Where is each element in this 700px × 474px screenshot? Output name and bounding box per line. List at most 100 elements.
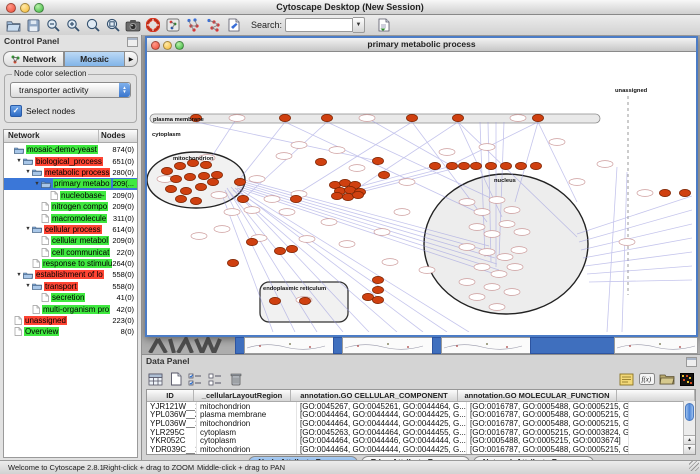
tree-col-nodes[interactable]: Nodes	[99, 130, 137, 142]
expand-triangle-icon[interactable]: ▼	[33, 181, 41, 187]
close-icon[interactable]	[6, 3, 16, 13]
function-builder-icon[interactable]: f(x)	[638, 371, 655, 387]
network-node-empty[interactable]	[382, 259, 398, 266]
tree-row-cellular-metabol[interactable]: cellular metabol209(0)	[4, 235, 137, 246]
network-node-empty[interactable]	[484, 284, 500, 291]
network-node-empty[interactable]	[549, 139, 565, 146]
annotation-doc-icon[interactable]	[224, 17, 242, 34]
network-node[interactable]	[170, 175, 181, 182]
network-node[interactable]	[198, 172, 209, 179]
network-node-empty[interactable]	[514, 229, 530, 236]
attribute-matrix-icon[interactable]	[678, 371, 695, 387]
network-node[interactable]	[446, 162, 457, 169]
network-node-empty[interactable]	[469, 224, 485, 231]
network-view-window[interactable]: primary metabolic process plasma membran…	[145, 36, 698, 337]
select-attributes-icon[interactable]	[187, 371, 204, 387]
tree-row-mosaic-demo-yeast[interactable]: mosaic-demo-yeast874(0)	[4, 144, 137, 155]
network-node-empty[interactable]	[321, 219, 337, 226]
background-window-sliver[interactable]	[244, 337, 335, 354]
window-titlebar[interactable]: Cytoscape Desktop (New Session)	[0, 0, 700, 15]
network-node[interactable]	[321, 114, 332, 121]
network-node[interactable]	[470, 162, 481, 169]
network-node[interactable]	[184, 173, 195, 180]
attribute-panel-icon[interactable]	[618, 371, 635, 387]
unselect-attributes-icon[interactable]	[207, 371, 224, 387]
network-node[interactable]	[429, 162, 440, 169]
network-node[interactable]	[331, 192, 342, 199]
tree-row-secretion[interactable]: secretion41(0)	[4, 292, 137, 303]
network-node[interactable]	[406, 114, 417, 121]
network-node-empty[interactable]	[349, 165, 365, 172]
search-dropdown-icon[interactable]: ▼	[353, 17, 365, 33]
network-node[interactable]	[200, 161, 211, 168]
table-row[interactable]: YJR121W__1mitochondrion[GO:0045267, GO:0…	[147, 402, 695, 411]
import-attributes-icon[interactable]	[374, 17, 392, 34]
table-scrollbar[interactable]: ▲ ▼	[683, 401, 695, 454]
zoom-out-icon[interactable]	[44, 17, 62, 34]
network-node-empty[interactable]	[479, 144, 495, 151]
table-row[interactable]: YPL036W__1mitochondrion[GO:0044464, GO:0…	[147, 419, 695, 428]
network-node[interactable]	[174, 162, 185, 169]
table-row[interactable]: YPL036W__2plasma membrane[GO:0044464, GO…	[147, 411, 695, 420]
save-session-icon[interactable]	[24, 17, 42, 34]
network-node[interactable]	[227, 259, 238, 266]
zoom-icon[interactable]	[34, 3, 44, 13]
network-node-empty[interactable]	[507, 264, 523, 271]
column-header[interactable]: annotation.GO CELLULAR_COMPONENT	[291, 390, 458, 401]
network-node[interactable]	[237, 195, 248, 202]
network-edge[interactable]	[622, 172, 627, 332]
network-node-empty[interactable]	[489, 304, 505, 311]
expand-triangle-icon[interactable]: ▼	[15, 158, 23, 164]
network-edge[interactable]	[583, 238, 692, 258]
snapshot-icon[interactable]	[124, 17, 142, 34]
network-edge[interactable]	[242, 122, 327, 200]
network-node[interactable]	[279, 114, 290, 121]
tree-row-cellular-process[interactable]: ▼cellular process614(0)	[4, 224, 137, 235]
network-node[interactable]	[659, 189, 670, 196]
background-window-sliver[interactable]	[342, 337, 434, 354]
network-node-empty[interactable]	[474, 264, 490, 271]
network-node-empty[interactable]	[249, 176, 265, 183]
network-node[interactable]	[286, 245, 297, 252]
network-node[interactable]	[211, 171, 222, 178]
network-edge[interactable]	[587, 266, 692, 274]
network-node-empty[interactable]	[569, 179, 585, 186]
network-node[interactable]	[532, 114, 543, 121]
network-node[interactable]	[378, 171, 389, 178]
search-input[interactable]	[285, 18, 353, 32]
network-node[interactable]	[352, 191, 363, 198]
network-node-empty[interactable]	[474, 209, 490, 216]
open-session-icon[interactable]	[4, 17, 22, 34]
tree-row-biological-process[interactable]: ▼biological_process651(0)	[4, 155, 137, 166]
network-node-empty[interactable]	[637, 190, 653, 197]
tree-row-transport[interactable]: ▼transport558(0)	[4, 281, 137, 292]
network-node-empty[interactable]	[510, 115, 526, 122]
minimize-icon[interactable]	[20, 3, 30, 13]
network-node-empty[interactable]	[339, 241, 355, 248]
network-node-empty[interactable]	[619, 239, 635, 246]
network-node[interactable]	[190, 197, 201, 204]
network-node[interactable]	[500, 162, 511, 169]
background-window-sliver[interactable]	[614, 337, 698, 354]
network-node-empty[interactable]	[191, 233, 207, 240]
table-row[interactable]: YKR052Ccytoplasm[GO:0044464, GO:0044446,…	[147, 436, 695, 445]
network-node-empty[interactable]	[479, 249, 495, 256]
network-node-empty[interactable]	[329, 147, 345, 154]
network-node-empty[interactable]	[291, 142, 307, 149]
layout-red-icon[interactable]	[204, 17, 222, 34]
expand-triangle-icon[interactable]: ▼	[24, 169, 32, 175]
network-node[interactable]	[299, 297, 310, 304]
tree-row-response-to-stimulu[interactable]: response to stimulu264(0)	[4, 258, 137, 269]
network-node[interactable]	[274, 247, 285, 254]
zoom-fit-icon[interactable]	[104, 17, 122, 34]
layout-blue-icon[interactable]	[184, 17, 202, 34]
network-node-empty[interactable]	[439, 149, 455, 156]
network-node-empty[interactable]	[394, 209, 410, 216]
zoom-in-icon[interactable]	[64, 17, 82, 34]
network-node[interactable]	[161, 167, 172, 174]
network-node-empty[interactable]	[504, 289, 520, 296]
network-view-titlebar[interactable]: primary metabolic process	[147, 38, 696, 52]
node-color-dropdown[interactable]: transporter activity ▲▼	[10, 82, 131, 98]
zoom-selected-icon[interactable]	[84, 17, 102, 34]
tree-row-nitrogen-compo[interactable]: nitrogen compo209(0)	[4, 201, 137, 212]
